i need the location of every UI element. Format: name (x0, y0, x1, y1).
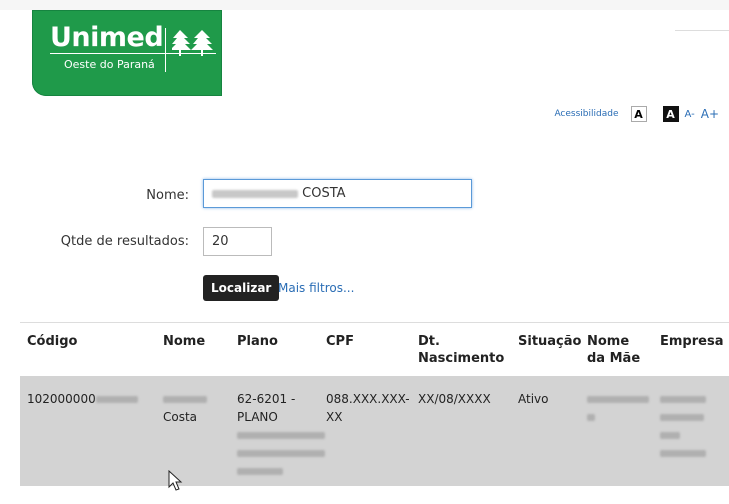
cell-codigo-value: 102000000 (27, 392, 96, 406)
logo-brand-text: Unimed (50, 22, 164, 53)
table-top-border (20, 322, 729, 323)
cell-nome-da-mae (587, 390, 649, 426)
cell-dt-nascimento: XX/08/XXXX (418, 392, 491, 406)
header-dt-nascimento[interactable]: Dt. Nascimento (418, 333, 508, 367)
cell-nome: Costa (163, 390, 207, 426)
redacted-text (660, 396, 706, 403)
unimed-logo[interactable]: Unimed Oeste do Paraná (32, 10, 222, 96)
cell-plano-line1: 62-6201 - (237, 392, 296, 406)
cell-plano: 62-6201 - PLANO (237, 390, 325, 480)
redacted-text (212, 189, 298, 198)
top-bar (0, 0, 729, 10)
qtde-label: Qtde de resultados: (60, 234, 189, 249)
header-nome[interactable]: Nome (163, 333, 205, 350)
redacted-text (95, 396, 138, 403)
cell-nome-value: Costa (163, 410, 198, 424)
cell-plano-line2: PLANO (237, 410, 278, 424)
contrast-light-button[interactable]: A (630, 106, 647, 122)
nome-input-value: COSTA (302, 186, 346, 201)
redacted-text (660, 414, 704, 421)
cell-cpf-line2: XX (326, 410, 343, 424)
redacted-text (237, 450, 325, 457)
cell-codigo: 102000000 (27, 390, 138, 408)
redacted-text (587, 396, 649, 403)
mais-filtros-link[interactable]: Mais filtros... (278, 281, 354, 295)
header-codigo[interactable]: Código (27, 333, 77, 350)
redacted-text (660, 432, 680, 439)
unimed-tree-icon (172, 30, 213, 56)
accessibility-bar: Acessibilidade A A A- A+ (554, 105, 719, 123)
redacted-text (237, 468, 283, 475)
contrast-dark-button[interactable]: A (662, 106, 679, 122)
redacted-text (660, 450, 706, 457)
header-nome-da-mae[interactable]: Nome da Mãe (587, 333, 651, 367)
cell-situacao: Ativo (518, 392, 549, 406)
header-empresa[interactable]: Empresa (660, 333, 723, 350)
header-cpf[interactable]: CPF (326, 333, 354, 350)
redacted-text (237, 432, 325, 439)
redacted-text (163, 396, 207, 403)
mouse-pointer-icon (168, 470, 183, 491)
nome-input[interactable]: COSTA (203, 179, 472, 208)
header-situacao[interactable]: Situação (518, 333, 581, 350)
redacted-text (587, 414, 595, 421)
header-plano[interactable]: Plano (237, 333, 278, 350)
logo-divider (165, 28, 166, 72)
header-divider (675, 30, 729, 31)
font-increase-button[interactable]: A+ (701, 107, 719, 121)
qtde-input[interactable]: 20 (203, 227, 272, 256)
logo-subtitle: Oeste do Paraná (64, 58, 155, 71)
cell-cpf: 088.XXX.XXX- XX (326, 390, 410, 426)
cell-cpf-line1: 088.XXX.XXX- (326, 392, 410, 406)
cell-empresa (660, 390, 706, 462)
font-decrease-button[interactable]: A- (685, 109, 695, 120)
localizar-button[interactable]: Localizar (203, 275, 280, 301)
accessibility-link[interactable]: Acessibilidade (554, 109, 618, 119)
nome-label: Nome: (146, 188, 189, 203)
